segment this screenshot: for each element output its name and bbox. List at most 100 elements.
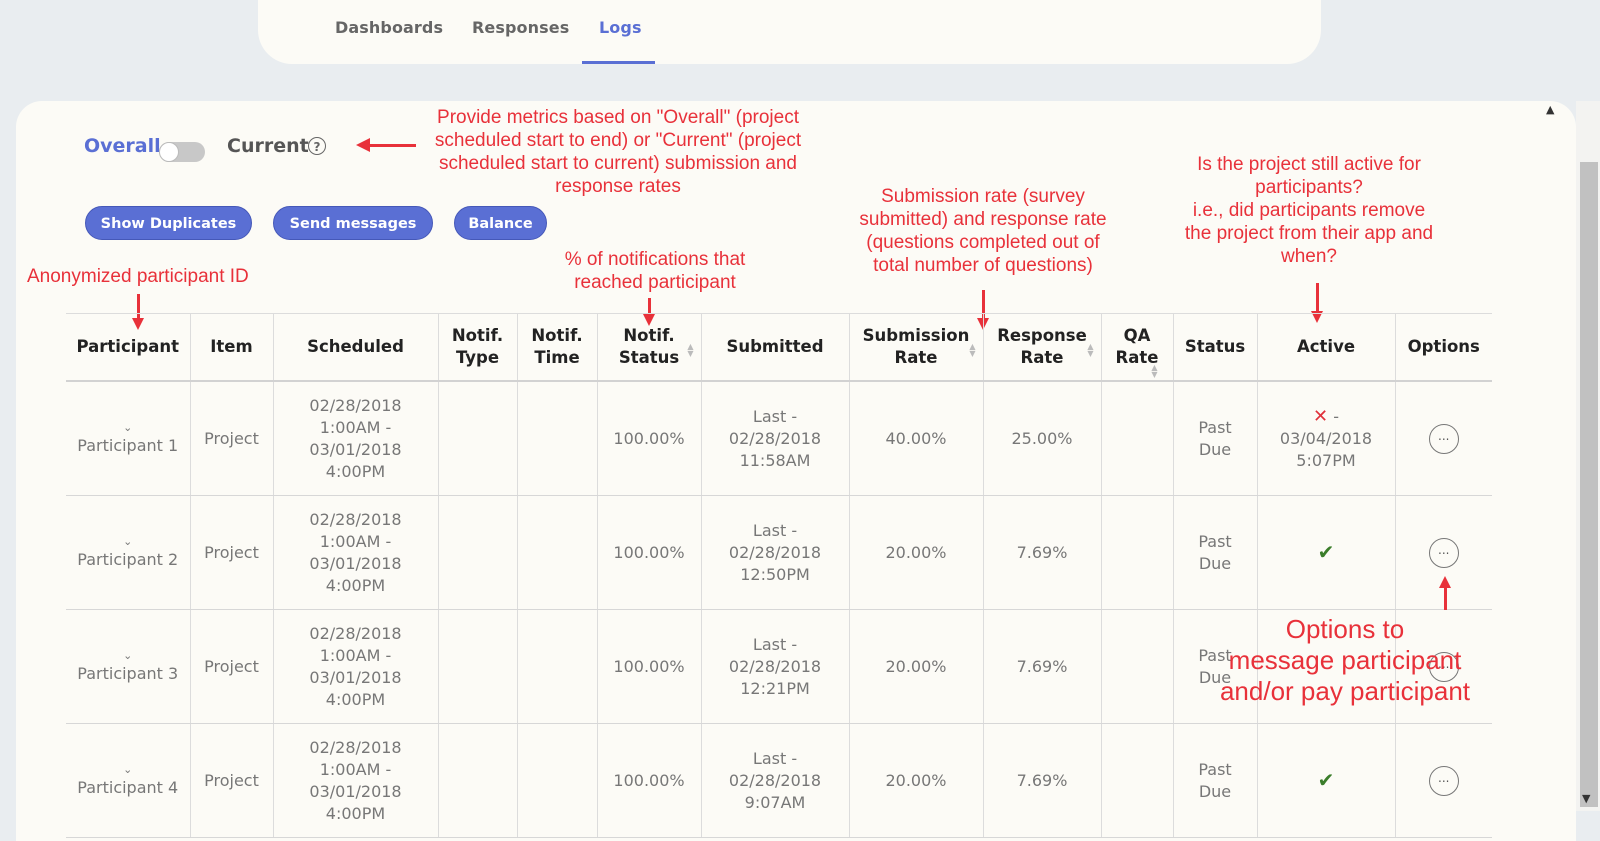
annotation-arrowhead [1439, 576, 1451, 588]
tab-active-underline [582, 61, 655, 64]
scheduled-cell: 02/28/2018 1:00AM -03/01/2018 4:00PM [272, 723, 438, 838]
annotation-arrow [368, 144, 416, 147]
response-rate-cell: 7.69% [982, 723, 1101, 838]
chevron-down-icon[interactable]: ⌄ [70, 763, 186, 777]
annotation-submission-rate: Submission rate (survey submitted) and r… [859, 186, 1107, 276]
annotation-overall-current: Provide metrics based on "Overall" (proj… [434, 107, 802, 197]
header-notif-status[interactable]: Notif. Status ▲ ▼ [596, 313, 701, 382]
annotation-options: Options to message participant and/or pa… [1219, 614, 1471, 706]
notif-status-cell: 100.00% [596, 723, 701, 838]
header-active[interactable]: Active [1256, 313, 1395, 382]
chevron-down-icon[interactable]: ⌄ [70, 649, 186, 663]
annotation-active: Is the project still active for particip… [1184, 154, 1434, 267]
overall-label: Overall [84, 135, 161, 157]
header-scheduled[interactable]: Scheduled [272, 313, 438, 382]
send-messages-button[interactable]: Send messages [273, 206, 433, 240]
header-submission-rate[interactable]: Submission Rate ▲ ▼ [848, 313, 983, 382]
logs-table: Participant Item Scheduled Notif. Type No… [66, 313, 1492, 838]
help-circle-icon[interactable]: ? [308, 137, 326, 155]
scrollbar-thumb[interactable] [1580, 162, 1598, 807]
header-options: Options [1394, 313, 1492, 382]
qa-rate-cell [1100, 495, 1173, 610]
submitted-cell: Last -02/28/2018 12:21PM [700, 609, 849, 724]
annotation-participant-id: Anonymized participant ID [27, 266, 249, 287]
ellipsis-icon[interactable]: ... [1428, 537, 1459, 568]
notif-time-cell [516, 495, 597, 610]
item-cell: Project [189, 723, 273, 838]
participant-cell[interactable]: ⌄ Participant 2 [66, 495, 190, 610]
participant-cell[interactable]: ⌄ Participant 3 [66, 609, 190, 724]
notif-status-cell: 100.00% [596, 381, 701, 496]
notif-type-cell [437, 381, 517, 496]
response-rate-cell: 25.00% [982, 381, 1101, 496]
check-icon: ✔ [1317, 539, 1335, 564]
ellipsis-icon[interactable]: ... [1428, 765, 1459, 796]
scheduled-cell: 02/28/2018 1:00AM -03/01/2018 4:00PM [272, 495, 438, 610]
status-cell: Past Due [1172, 495, 1257, 610]
header-notif-time[interactable]: Notif. Time [516, 313, 597, 382]
header-item[interactable]: Item [189, 313, 273, 382]
notif-time-cell [516, 609, 597, 724]
header-status[interactable]: Status [1172, 313, 1257, 382]
chevron-down-icon[interactable]: ⌄ [70, 421, 186, 435]
overall-current-toggle[interactable] [159, 142, 205, 162]
qa-rate-cell [1100, 609, 1173, 724]
show-duplicates-button[interactable]: Show Duplicates [85, 206, 252, 240]
toggle-knob [159, 142, 179, 162]
sort-icon[interactable]: ▲ ▼ [969, 343, 977, 358]
item-cell: Project [189, 495, 273, 610]
active-cell: ✕ -03/04/2018 5:07PM [1256, 381, 1395, 496]
annotation-notif-status: % of notifications that reached particip… [564, 249, 746, 293]
notif-type-cell [437, 723, 517, 838]
sort-icon[interactable]: ▲ ▼ [1151, 364, 1159, 379]
response-rate-cell: 7.69% [982, 495, 1101, 610]
notif-type-cell [437, 609, 517, 724]
header-response-rate[interactable]: Response Rate ▲ ▼ [982, 313, 1101, 382]
tab-dashboards[interactable]: Dashboards [335, 18, 443, 37]
notif-time-cell [516, 381, 597, 496]
scheduled-cell: 02/28/2018 1:00AM -03/01/2018 4:00PM [272, 381, 438, 496]
submission-rate-cell: 20.00% [848, 609, 983, 724]
table-row: ⌄ Participant 1 Project 02/28/2018 1:00AM … [66, 381, 1492, 496]
qa-rate-cell [1100, 381, 1173, 496]
table-row: ⌄ Participant 4 Project 02/28/2018 1:00AM … [66, 723, 1492, 838]
participant-cell[interactable]: ⌄ Participant 1 [66, 381, 190, 496]
active-cell: ✔ [1256, 723, 1395, 838]
scroll-down-icon[interactable]: ▼ [1582, 792, 1590, 805]
header-submitted[interactable]: Submitted [700, 313, 849, 382]
header-participant[interactable]: Participant [66, 313, 190, 382]
status-cell: Past Due [1172, 723, 1257, 838]
annotation-arrow [1316, 283, 1319, 313]
notif-status-cell: 100.00% [596, 495, 701, 610]
header-notif-type[interactable]: Notif. Type [437, 313, 517, 382]
active-cell: ✔ [1256, 495, 1395, 610]
submitted-cell: Last -02/28/2018 9:07AM [700, 723, 849, 838]
sort-icon[interactable]: ▲ ▼ [687, 343, 695, 358]
balance-button[interactable]: Balance [454, 206, 547, 240]
qa-rate-cell [1100, 723, 1173, 838]
ellipsis-icon[interactable]: ... [1428, 423, 1459, 454]
submission-rate-cell: 20.00% [848, 495, 983, 610]
options-cell: ... [1394, 381, 1492, 496]
annotation-arrowhead [356, 138, 370, 152]
table-row: ⌄ Participant 2 Project 02/28/2018 1:00AM … [66, 495, 1492, 610]
header-qa-rate[interactable]: QA Rate ▲ ▼ [1100, 313, 1173, 382]
participant-cell[interactable]: ⌄ Participant 4 [66, 723, 190, 838]
tab-responses[interactable]: Responses [472, 18, 569, 37]
sort-icon[interactable]: ▲ ▼ [1087, 343, 1095, 358]
check-icon: ✔ [1317, 767, 1335, 792]
tab-logs[interactable]: Logs [599, 18, 642, 37]
item-cell: Project [189, 381, 273, 496]
item-cell: Project [189, 609, 273, 724]
options-cell: ... [1394, 723, 1492, 838]
chevron-down-icon[interactable]: ⌄ [70, 535, 186, 549]
annotation-arrow [1444, 588, 1447, 610]
notif-status-cell: 100.00% [596, 609, 701, 724]
table-header-row: Participant Item Scheduled Notif. Type No… [66, 313, 1492, 382]
submitted-cell: Last -02/28/2018 11:58AM [700, 381, 849, 496]
notif-type-cell [437, 495, 517, 610]
scheduled-cell: 02/28/2018 1:00AM -03/01/2018 4:00PM [272, 609, 438, 724]
x-icon: ✕ [1313, 405, 1329, 427]
scroll-up-icon[interactable]: ▲ [1546, 103, 1554, 116]
status-cell: Past Due [1172, 381, 1257, 496]
